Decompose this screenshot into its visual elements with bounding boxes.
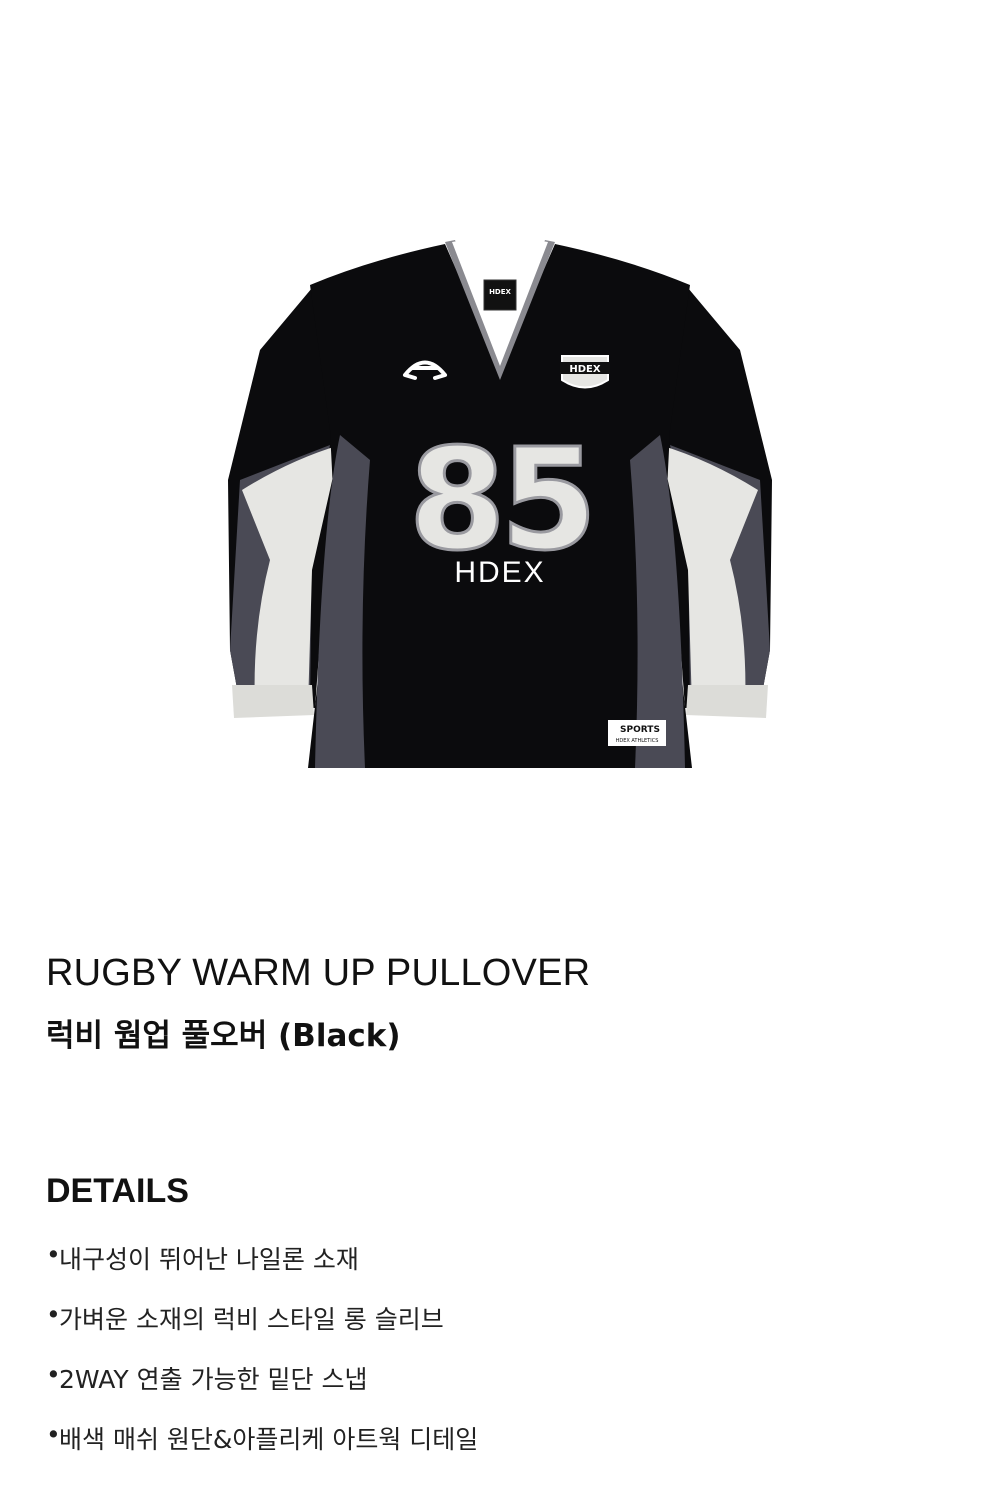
details-list: • 내구성이 뛰어난 나일론 소재 • 가벼운 소재의 럭비 스타일 롱 슬리브… [46,1240,478,1480]
neck-tag-text: HDEX [489,288,511,296]
details-item-text: 가벼운 소재의 럭비 스타일 롱 슬리브 [59,1305,444,1334]
bullet-icon: • [46,1300,61,1329]
bullet-icon: • [46,1240,61,1269]
details-item: • 2WAY 연출 가능한 밑단 스냅 [46,1360,478,1420]
details-item-text: 내구성이 뛰어난 나일론 소재 [59,1245,359,1274]
bullet-icon: • [46,1420,61,1449]
pullover-illustration: HDEX HDEX 85 HDEX SPORTS HDEX ATHLETICS [228,240,772,768]
product-title-en: RUGBY WARM UP PULLOVER [46,952,591,994]
chest-text: HDEX [454,556,545,589]
product-image: HDEX HDEX 85 HDEX SPORTS HDEX ATHLETICS [200,230,800,790]
details-heading: DETAILS [46,1172,189,1210]
details-item: • 가벼운 소재의 럭비 스타일 롱 슬리브 [46,1300,478,1360]
details-item: • 내구성이 뛰어난 나일론 소재 [46,1240,478,1300]
hem-label-bottom: HDEX ATHLETICS [616,738,659,744]
left-cuff [232,685,314,718]
hem-label-top: SPORTS [620,725,660,735]
details-item-text: 배색 매쉬 원단&아플리케 아트웍 디테일 [59,1425,479,1454]
collar-inner [458,246,542,261]
bullet-icon: • [46,1360,61,1389]
details-item: • 배색 매쉬 원단&아플리케 아트웍 디테일 [46,1420,478,1480]
product-title-ko: 럭비 웜업 풀오버 (Black) [46,1018,401,1054]
right-cuff [686,685,768,718]
badge-text: HDEX [569,364,601,375]
details-item-text: 2WAY 연출 가능한 밑단 스냅 [59,1365,368,1394]
